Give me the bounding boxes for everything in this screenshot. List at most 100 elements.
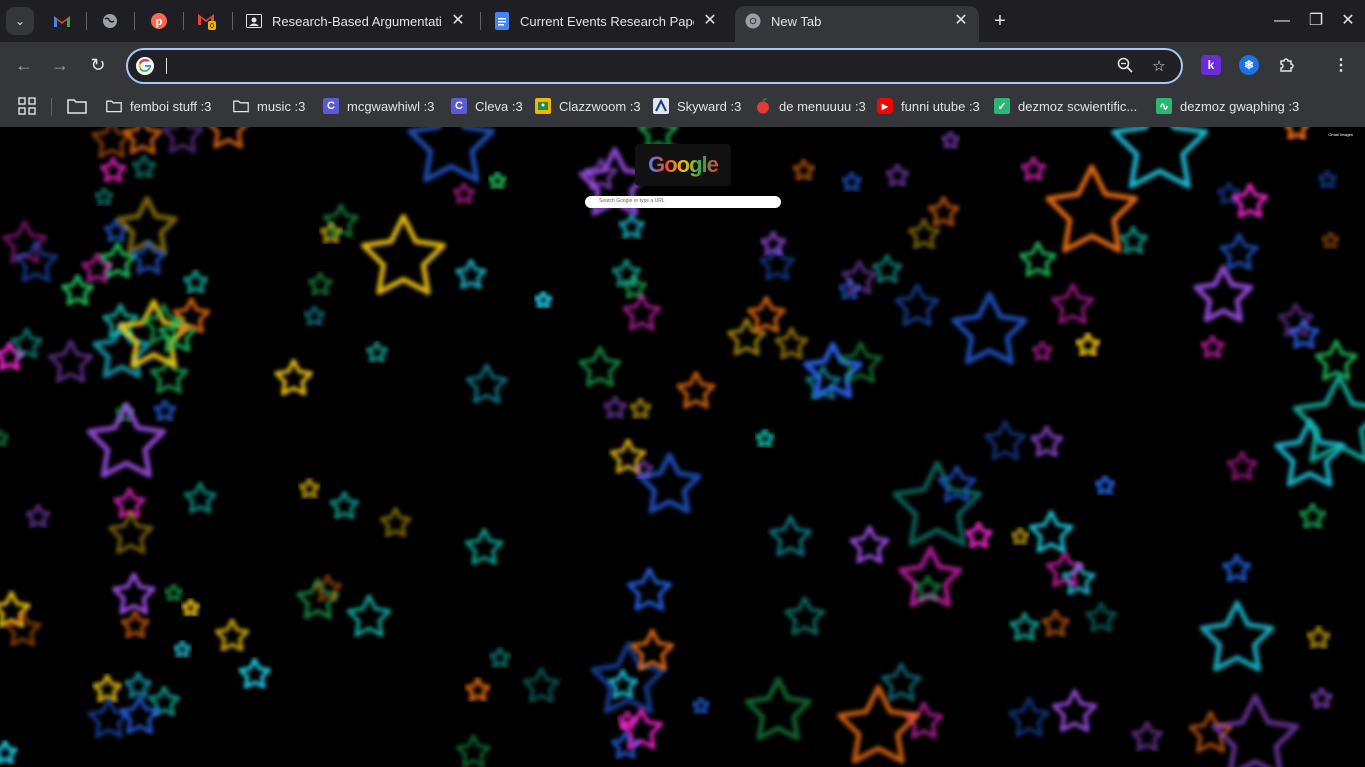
star-shape — [784, 596, 826, 636]
star-shape — [676, 371, 716, 409]
star-shape — [120, 610, 150, 639]
skyward-icon — [653, 98, 669, 114]
extensions-puzzle-icon[interactable] — [1277, 55, 1297, 75]
star-shape — [172, 639, 192, 658]
extension-kami-icon[interactable]: k — [1201, 55, 1221, 75]
more-menu-icon[interactable]: ⋮ — [1331, 55, 1351, 75]
ext-glyph: k — [1207, 58, 1215, 72]
star-shape — [1226, 450, 1258, 481]
star-shape — [379, 506, 412, 538]
omnibox-input[interactable] — [166, 55, 1066, 77]
bookmark-label: dezmoz scwientific... — [1018, 98, 1138, 114]
bookmark-clazzwoom[interactable]: Clazzwoom :3 — [535, 95, 641, 117]
star-shape — [1045, 550, 1084, 588]
star-shape — [1292, 373, 1365, 463]
star-shape — [163, 583, 184, 602]
bookmark-skyward[interactable]: Skyward :3 — [653, 95, 741, 117]
star-shape — [1306, 625, 1331, 649]
ntp-top-links[interactable]: Gmail Images — [1328, 132, 1353, 137]
tab-new-tab[interactable]: New Tab ✕ — [735, 6, 979, 42]
bookmark-dezmoz-graphing[interactable]: ∿ dezmoz gwaphing :3 — [1156, 95, 1299, 117]
tab-title: Research-Based Argumentative — [272, 13, 442, 29]
chrome-icon — [745, 13, 761, 29]
star-shape — [1052, 688, 1098, 732]
bookmark-star-icon[interactable]: ☆ — [1149, 57, 1169, 77]
star-shape — [1118, 225, 1149, 255]
star-shape — [629, 397, 652, 420]
extension-snowflake-icon[interactable]: ❄ — [1239, 55, 1259, 75]
omnibox[interactable]: ☆ — [126, 48, 1183, 84]
star-shape — [768, 515, 813, 557]
star-shape — [940, 130, 961, 150]
star-shape — [123, 127, 163, 155]
pinned-tab-gmail-2[interactable]: 0 — [194, 8, 220, 34]
google-doodle-logo[interactable]: Google — [635, 144, 731, 186]
back-button[interactable]: ← — [11, 52, 37, 78]
star-shape — [48, 339, 94, 383]
star-shape — [488, 646, 512, 669]
pinned-tab-gmail[interactable] — [49, 8, 75, 34]
notification-badge: 0 — [210, 23, 214, 30]
svg-text:p: p — [156, 16, 163, 28]
pinned-tab-globe[interactable] — [97, 8, 123, 34]
close-window-button[interactable]: ✕ — [1333, 6, 1363, 36]
ntp-search-box[interactable]: Search Google or type a URL — [585, 196, 781, 208]
star-shape — [464, 527, 504, 565]
new-tab-button[interactable]: + — [988, 9, 1012, 33]
desmos-graph-icon: ∿ — [1156, 98, 1172, 114]
bookmark-music[interactable]: music :3 — [233, 95, 305, 117]
star-shape — [522, 666, 561, 703]
bookmark-mcgwawhiwl[interactable]: C mcgwawhiwl :3 — [323, 95, 434, 117]
star-shape — [691, 696, 711, 715]
apps-button[interactable] — [18, 95, 36, 117]
star-shape — [611, 258, 642, 288]
star-shape — [774, 326, 809, 360]
star-shape — [533, 290, 553, 309]
zoom-icon[interactable] — [1115, 57, 1135, 77]
arrow-right-icon: → — [51, 55, 69, 75]
restore-button[interactable]: ❐ — [1301, 6, 1331, 36]
close-icon[interactable]: ✕ — [702, 13, 718, 29]
star-shape — [1010, 526, 1030, 546]
star-shape — [465, 363, 508, 404]
star-shape — [1274, 419, 1346, 487]
tab-research-argumentative[interactable]: Research-Based Argumentative ✕ — [236, 6, 476, 36]
pinned-tab-p-app[interactable]: p — [146, 8, 172, 34]
bookmark-cleva[interactable]: C Cleva :3 — [451, 95, 523, 117]
star-shape — [92, 673, 123, 703]
star-shape — [131, 154, 157, 179]
star-shape — [209, 127, 247, 149]
bookmark-folder[interactable] — [67, 95, 87, 117]
star-shape — [238, 657, 271, 689]
reload-button[interactable]: ↻ — [85, 52, 111, 78]
bookmark-de-menuuuu[interactable]: de menuuuu :3 — [755, 95, 866, 117]
star-shape — [365, 340, 389, 363]
close-icon[interactable]: ✕ — [953, 13, 969, 29]
bookmark-label: Skyward :3 — [677, 98, 742, 114]
bookmark-dezmoz-scientific[interactable]: ✓ dezmoz scwientific... — [994, 95, 1137, 117]
star-shape — [607, 668, 639, 699]
forward-button[interactable]: → — [47, 52, 73, 78]
star-shape — [792, 158, 816, 181]
star-shape — [841, 259, 878, 295]
restore-icon: ❐ — [1308, 12, 1324, 29]
star-shape — [1317, 169, 1338, 190]
star-shape — [307, 271, 334, 296]
star-shape — [927, 195, 960, 227]
minimize-button[interactable]: — — [1267, 6, 1297, 36]
tab-strip: ⌄ p 0 Research-Based Argumentative ✕ Cur… — [0, 0, 1365, 42]
search-placeholder: Search Google or type a URL — [599, 198, 665, 204]
bookmark-funni-utube[interactable]: ▶ funni utube :3 — [877, 95, 980, 117]
close-icon[interactable]: ✕ — [450, 13, 466, 29]
arrow-left-icon: ← — [15, 55, 33, 75]
google-g-icon — [136, 57, 154, 75]
tab-current-events[interactable]: Current Events Research Paper ✕ — [484, 6, 728, 36]
bookmark-femboi-stuff[interactable]: femboi stuff :3 — [106, 95, 211, 117]
doodle-text: Google — [648, 152, 719, 177]
star-shape — [617, 710, 638, 731]
desmos-icon: ✓ — [994, 98, 1010, 114]
tab-search-button[interactable]: ⌄ — [6, 7, 34, 35]
star-shape — [322, 203, 360, 238]
star-shape — [1277, 302, 1314, 338]
star-shape — [1019, 241, 1057, 277]
